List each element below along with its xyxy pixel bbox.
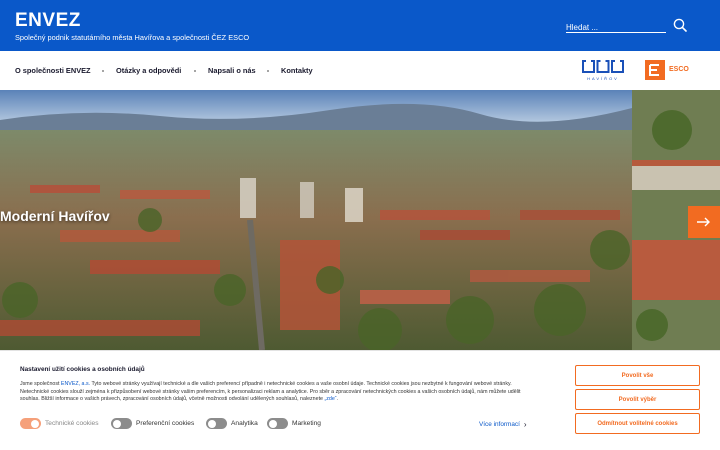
nav-separator <box>102 70 104 72</box>
allow-all-button[interactable]: Povolit vše <box>575 365 700 386</box>
search-input[interactable] <box>566 20 666 35</box>
toggle-label: Technické cookies <box>45 420 99 427</box>
reject-optional-button[interactable]: Odmítnout volitelné cookies <box>575 413 700 434</box>
toggle-preference[interactable]: Preferenční cookies <box>111 418 194 429</box>
arrow-right-icon <box>697 217 710 227</box>
cookie-text: Tyto webové stránky využívají technické … <box>20 381 521 403</box>
toggle-analytics[interactable]: Analytika <box>206 418 258 429</box>
preference-cookies-toggle[interactable] <box>111 418 132 429</box>
havirov-logo-text: HAVÍŘOV <box>587 76 619 81</box>
cookie-title: Nastavení užití cookies a osobních údajů <box>20 366 145 373</box>
privacy-here-link[interactable]: „zde“ <box>324 396 336 402</box>
search-icon[interactable] <box>673 18 687 32</box>
company-link[interactable]: ENVEZ, a.s. <box>61 381 90 387</box>
hero-caption: Moderní Havířov <box>0 208 110 224</box>
toggle-marketing[interactable]: Marketing <box>267 418 321 429</box>
cookie-text: Jsme společnost <box>20 381 61 387</box>
hero-slide-image: Moderní Havířov <box>0 90 632 350</box>
nav-separator <box>194 70 196 72</box>
analytics-toggle[interactable] <box>206 418 227 429</box>
more-info-link[interactable]: Více informací › <box>479 420 527 429</box>
brand-tagline: Společný podnik statutárního města Havíř… <box>15 33 250 42</box>
cez-esco-logo[interactable] <box>645 60 665 80</box>
toggle-label: Analytika <box>231 420 258 427</box>
next-slide-button[interactable] <box>688 206 720 238</box>
toggle-label: Marketing <box>292 420 321 427</box>
cez-logo-mark-icon <box>649 64 659 76</box>
top-header: ENVEZ Společný podnik statutárního města… <box>0 0 720 51</box>
toggle-technical: Technické cookies <box>20 418 99 429</box>
search-box[interactable] <box>566 17 666 35</box>
nav-item-faq[interactable]: Otázky a odpovědi <box>116 66 181 75</box>
nav-item-about[interactable]: O společnosti ENVEZ <box>15 66 91 75</box>
nav-item-press[interactable]: Napsali o nás <box>208 66 256 75</box>
cookie-text: . <box>336 396 339 403</box>
nav-item-contacts[interactable]: Kontakty <box>281 66 313 75</box>
technical-cookies-toggle <box>20 418 41 429</box>
more-info-label: Více informací <box>479 421 520 428</box>
toggle-label: Preferenční cookies <box>136 420 195 427</box>
nav-separator <box>267 70 269 72</box>
cookie-description: Jsme společnost ENVEZ, a.s. Tyto webové … <box>20 381 530 404</box>
allow-selected-button[interactable]: Povolit výběr <box>575 389 700 410</box>
marketing-toggle[interactable] <box>267 418 288 429</box>
esco-logo-text: ESCO <box>669 66 689 73</box>
cookie-consent-panel: Nastavení užití cookies a osobních údajů… <box>0 350 720 450</box>
chevron-right-icon: › <box>523 420 527 429</box>
brand-title[interactable]: ENVEZ <box>15 10 81 32</box>
